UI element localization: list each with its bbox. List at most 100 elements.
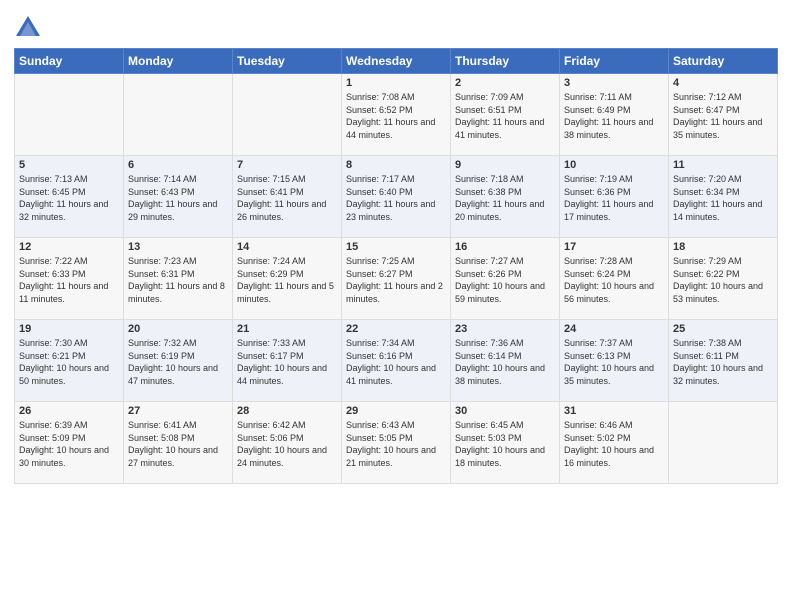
header-day-tuesday: Tuesday [233,49,342,74]
calendar-cell: 10Sunrise: 7:19 AM Sunset: 6:36 PM Dayli… [560,156,669,238]
day-number: 16 [455,241,555,253]
calendar-cell [15,74,124,156]
day-number: 17 [564,241,664,253]
cell-content: Sunrise: 7:38 AM Sunset: 6:11 PM Dayligh… [673,337,773,387]
calendar-cell: 21Sunrise: 7:33 AM Sunset: 6:17 PM Dayli… [233,320,342,402]
calendar-cell [124,74,233,156]
calendar-cell: 28 Sunrise: 6:42 AM Sunset: 5:06 PM Dayli… [233,402,342,484]
calendar-cell: 4Sunrise: 7:12 AM Sunset: 6:47 PM Daylig… [669,74,778,156]
cell-content: Sunrise: 7:08 AM Sunset: 6:52 PM Dayligh… [346,91,446,141]
cell-content: Sunrise: 6:39 AM Sunset: 5:09 PM Dayligh… [19,419,119,469]
header-day-friday: Friday [560,49,669,74]
cell-content: Sunrise: 7:15 AM Sunset: 6:41 PM Dayligh… [237,173,337,223]
header-day-sunday: Sunday [15,49,124,74]
week-row-5: 26 Sunrise: 6:39 AM Sunset: 5:09 PM Dayli… [15,402,778,484]
calendar-cell: 15 Sunrise: 7:25 AM Sunset: 6:27 PM Dayli… [342,238,451,320]
cell-content: Sunrise: 7:11 AM Sunset: 6:49 PM Dayligh… [564,91,664,141]
header [14,10,778,42]
calendar-cell: 11 Sunrise: 7:20 AM Sunset: 6:34 PM Dayli… [669,156,778,238]
day-number: 30 [455,405,555,417]
week-row-2: 5 Sunrise: 7:13 AM Sunset: 6:45 PM Daylig… [15,156,778,238]
day-number: 13 [128,241,228,253]
day-number: 12 [19,241,119,253]
day-number: 5 [19,159,119,171]
cell-content: Sunrise: 7:20 AM Sunset: 6:34 PM Dayligh… [673,173,773,223]
header-row: SundayMondayTuesdayWednesdayThursdayFrid… [15,49,778,74]
day-number: 21 [237,323,337,335]
cell-content: Sunrise: 7:17 AM Sunset: 6:40 PM Dayligh… [346,173,446,223]
cell-content: Sunrise: 7:25 AM Sunset: 6:27 PM Dayligh… [346,255,446,305]
calendar-cell: 26 Sunrise: 6:39 AM Sunset: 5:09 PM Dayli… [15,402,124,484]
cell-content: Sunrise: 7:14 AM Sunset: 6:43 PM Dayligh… [128,173,228,223]
calendar-cell: 18 Sunrise: 7:29 AM Sunset: 6:22 PM Dayli… [669,238,778,320]
calendar-cell [669,402,778,484]
cell-content: Sunrise: 7:27 AM Sunset: 6:26 PM Dayligh… [455,255,555,305]
calendar-cell: 7Sunrise: 7:15 AM Sunset: 6:41 PM Daylig… [233,156,342,238]
cell-content: Sunrise: 7:30 AM Sunset: 6:21 PM Dayligh… [19,337,119,387]
week-row-3: 12Sunrise: 7:22 AM Sunset: 6:33 PM Dayli… [15,238,778,320]
day-number: 23 [455,323,555,335]
logo-icon [14,14,42,42]
cell-content: Sunrise: 6:41 AM Sunset: 5:08 PM Dayligh… [128,419,228,469]
day-number: 11 [673,159,773,171]
cell-content: Sunrise: 7:28 AM Sunset: 6:24 PM Dayligh… [564,255,664,305]
cell-content: Sunrise: 7:13 AM Sunset: 6:45 PM Dayligh… [19,173,119,223]
day-number: 15 [346,241,446,253]
cell-content: Sunrise: 7:36 AM Sunset: 6:14 PM Dayligh… [455,337,555,387]
logo [14,14,46,42]
cell-content: Sunrise: 6:46 AM Sunset: 5:02 PM Dayligh… [564,419,664,469]
header-day-thursday: Thursday [451,49,560,74]
day-number: 18 [673,241,773,253]
day-number: 3 [564,77,664,89]
cell-content: Sunrise: 7:18 AM Sunset: 6:38 PM Dayligh… [455,173,555,223]
header-day-wednesday: Wednesday [342,49,451,74]
calendar-cell: 8 Sunrise: 7:17 AM Sunset: 6:40 PM Daylig… [342,156,451,238]
cell-content: Sunrise: 6:43 AM Sunset: 5:05 PM Dayligh… [346,419,446,469]
calendar-cell: 24Sunrise: 7:37 AM Sunset: 6:13 PM Dayli… [560,320,669,402]
day-number: 28 [237,405,337,417]
calendar-table: SundayMondayTuesdayWednesdayThursdayFrid… [14,48,778,484]
day-number: 8 [346,159,446,171]
header-day-saturday: Saturday [669,49,778,74]
calendar-cell: 23 Sunrise: 7:36 AM Sunset: 6:14 PM Dayli… [451,320,560,402]
calendar-cell: 22 Sunrise: 7:34 AM Sunset: 6:16 PM Dayli… [342,320,451,402]
cell-content: Sunrise: 6:42 AM Sunset: 5:06 PM Dayligh… [237,419,337,469]
header-day-monday: Monday [124,49,233,74]
day-number: 9 [455,159,555,171]
calendar-cell: 16 Sunrise: 7:27 AM Sunset: 6:26 PM Dayli… [451,238,560,320]
day-number: 26 [19,405,119,417]
calendar-cell: 30Sunrise: 6:45 AM Sunset: 5:03 PM Dayli… [451,402,560,484]
calendar-cell: 19 Sunrise: 7:30 AM Sunset: 6:21 PM Dayli… [15,320,124,402]
calendar-cell: 9 Sunrise: 7:18 AM Sunset: 6:38 PM Daylig… [451,156,560,238]
calendar-cell: 17 Sunrise: 7:28 AM Sunset: 6:24 PM Dayli… [560,238,669,320]
day-number: 14 [237,241,337,253]
calendar-cell: 14Sunrise: 7:24 AM Sunset: 6:29 PM Dayli… [233,238,342,320]
calendar-cell: 31Sunrise: 6:46 AM Sunset: 5:02 PM Dayli… [560,402,669,484]
calendar-cell: 25Sunrise: 7:38 AM Sunset: 6:11 PM Dayli… [669,320,778,402]
calendar-cell: 12Sunrise: 7:22 AM Sunset: 6:33 PM Dayli… [15,238,124,320]
cell-content: Sunrise: 7:34 AM Sunset: 6:16 PM Dayligh… [346,337,446,387]
calendar-cell: 29 Sunrise: 6:43 AM Sunset: 5:05 PM Dayli… [342,402,451,484]
day-number: 22 [346,323,446,335]
day-number: 6 [128,159,228,171]
calendar-cell [233,74,342,156]
calendar-cell: 6 Sunrise: 7:14 AM Sunset: 6:43 PM Daylig… [124,156,233,238]
day-number: 29 [346,405,446,417]
calendar-cell: 1Sunrise: 7:08 AM Sunset: 6:52 PM Daylig… [342,74,451,156]
calendar-cell: 20 Sunrise: 7:32 AM Sunset: 6:19 PM Dayli… [124,320,233,402]
day-number: 20 [128,323,228,335]
cell-content: Sunrise: 7:12 AM Sunset: 6:47 PM Dayligh… [673,91,773,141]
cell-content: Sunrise: 7:09 AM Sunset: 6:51 PM Dayligh… [455,91,555,141]
page-container: SundayMondayTuesdayWednesdayThursdayFrid… [0,0,792,490]
calendar-cell: 13 Sunrise: 7:23 AM Sunset: 6:31 PM Dayli… [124,238,233,320]
day-number: 19 [19,323,119,335]
cell-content: Sunrise: 7:29 AM Sunset: 6:22 PM Dayligh… [673,255,773,305]
day-number: 10 [564,159,664,171]
week-row-1: 1Sunrise: 7:08 AM Sunset: 6:52 PM Daylig… [15,74,778,156]
cell-content: Sunrise: 7:32 AM Sunset: 6:19 PM Dayligh… [128,337,228,387]
cell-content: Sunrise: 7:37 AM Sunset: 6:13 PM Dayligh… [564,337,664,387]
calendar-cell: 5 Sunrise: 7:13 AM Sunset: 6:45 PM Daylig… [15,156,124,238]
week-row-4: 19 Sunrise: 7:30 AM Sunset: 6:21 PM Dayli… [15,320,778,402]
day-number: 27 [128,405,228,417]
cell-content: Sunrise: 7:23 AM Sunset: 6:31 PM Dayligh… [128,255,228,305]
